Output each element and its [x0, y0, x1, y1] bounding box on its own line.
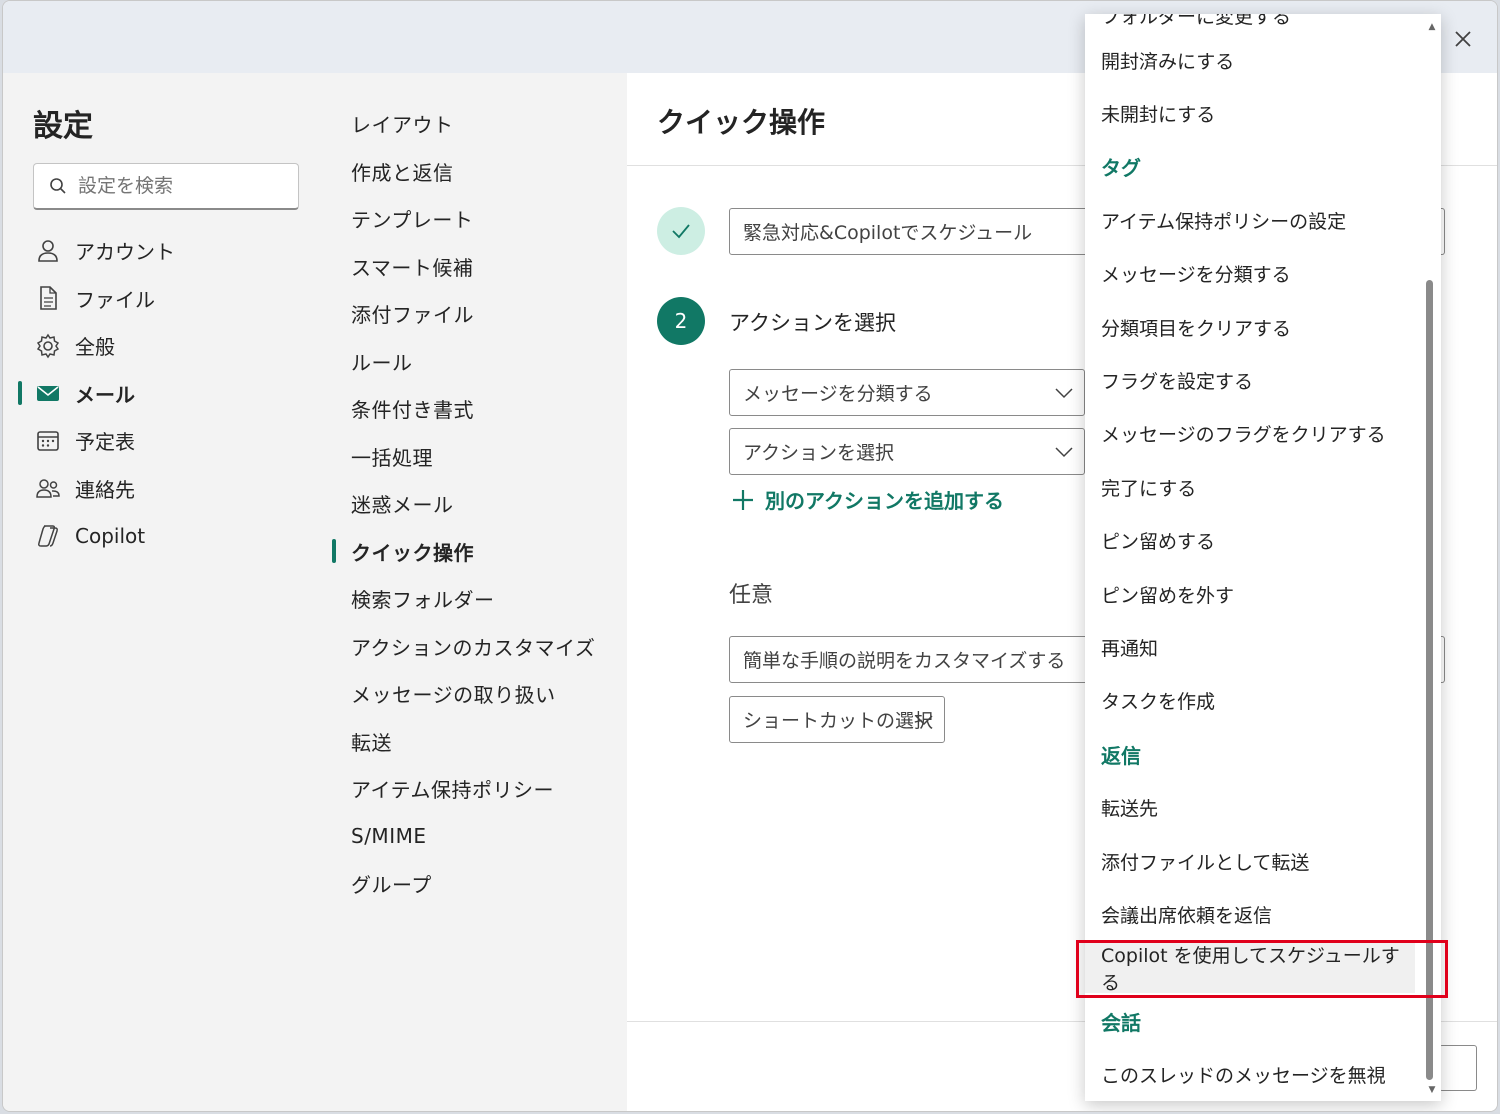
settings-title: 設定	[33, 109, 93, 144]
nav-item-copilot[interactable]: Copilot	[3, 512, 329, 560]
dropdown-item[interactable]: ピン留めを外す	[1085, 569, 1415, 619]
dropdown-group-header: 返信	[1101, 743, 1141, 768]
mail-nav-item[interactable]: グループ	[329, 860, 627, 908]
add-action-label: 別のアクションを追加する	[765, 489, 1004, 513]
mail-nav-item[interactable]: 添付ファイル	[329, 290, 627, 338]
step-label: アクションを選択	[729, 311, 896, 335]
footer-button-edge[interactable]	[1439, 1045, 1477, 1091]
action-select-2[interactable]: アクションを選択	[729, 428, 1085, 475]
action-select-value: アクションを選択	[743, 442, 895, 464]
optional-section-label: 任意	[729, 583, 774, 608]
scroll-up-arrow-icon[interactable]: ▲	[1427, 22, 1437, 32]
search-icon	[50, 178, 66, 194]
gear-icon	[36, 333, 60, 359]
nav-item-label: メール	[75, 382, 135, 407]
description-placeholder: 簡単な手順の説明をカスタマイズする	[743, 650, 1066, 672]
dropdown-item[interactable]: 未開封にする	[1085, 88, 1415, 138]
scroll-down-arrow-icon[interactable]: ▼	[1427, 1085, 1437, 1095]
dropdown-item[interactable]: このスレッドのメッセージを無視	[1085, 1050, 1415, 1100]
shortcut-select[interactable]: ショートカットの選択	[729, 696, 945, 743]
mail-nav-item[interactable]: 一括処理	[329, 433, 627, 481]
dropdown-item[interactable]: フラグを設定する	[1085, 355, 1415, 405]
dropdown-item[interactable]: 分類項目をクリアする	[1085, 302, 1415, 352]
dropdown-item[interactable]: 転送先	[1085, 783, 1415, 833]
nav-item-account[interactable]: アカウント	[3, 227, 329, 275]
plus-icon	[733, 489, 753, 510]
page-title: クイック操作	[657, 106, 826, 139]
mail-settings-nav: レイアウト 作成と返信 テンプレート スマート候補 添付ファイル ルール 条件付…	[329, 73, 627, 1111]
settings-search-box[interactable]	[33, 163, 299, 210]
dropdown-item[interactable]: メッセージを分類する	[1085, 249, 1415, 299]
action-dropdown-menu: フォルダーに変更する 開封済みにする 未開封にするタグアイテム保持ポリシーの設定メ…	[1085, 14, 1441, 1101]
mail-nav-item[interactable]: ルール	[329, 338, 627, 386]
file-icon	[40, 286, 57, 311]
action-select-value: メッセージを分類する	[743, 383, 933, 405]
dropdown-item[interactable]: 再通知	[1085, 622, 1415, 672]
chevron-down-icon	[915, 714, 933, 725]
dropdown-scroll-thumb[interactable]	[1426, 280, 1433, 1080]
close-button[interactable]	[1449, 25, 1477, 53]
quick-step-name-input[interactable]: 緊急対応&Copilotでスケジュール	[729, 208, 1099, 255]
nav-item-label: 予定表	[75, 430, 135, 455]
nav-item-label: アカウント	[75, 240, 175, 265]
settings-nav-list: アカウント ファイル 全般 メール 予定表 連絡先 Copilot	[3, 227, 329, 560]
shortcut-select-value: ショートカットの選択	[743, 710, 934, 732]
dropdown-group-header: タグ	[1101, 156, 1141, 181]
mail-nav-item-quick-steps[interactable]: クイック操作	[329, 528, 627, 576]
people-icon	[36, 479, 60, 498]
step-complete-badge	[657, 207, 705, 255]
dropdown-scrollbar[interactable]	[1425, 22, 1435, 1092]
nav-item-general[interactable]: 全般	[3, 322, 329, 370]
mail-nav-item[interactable]: 転送	[329, 718, 627, 766]
action-select-1[interactable]: メッセージを分類する	[729, 369, 1085, 416]
nav-item-label: Copilot	[75, 523, 146, 548]
nav-item-contacts[interactable]: 連絡先	[3, 465, 329, 513]
calendar-icon	[37, 430, 59, 451]
mail-nav-item[interactable]: 作成と返信	[329, 148, 627, 196]
mail-nav-item[interactable]: 迷惑メール	[329, 480, 627, 528]
nav-item-label: 連絡先	[75, 477, 135, 502]
person-icon	[38, 239, 58, 262]
add-action-button[interactable]: 別のアクションを追加する	[731, 485, 1004, 514]
dropdown-item[interactable]: メッセージのフラグをクリアする	[1085, 409, 1415, 459]
mail-nav-item[interactable]: レイアウト	[329, 100, 627, 148]
nav-item-label: ファイル	[75, 287, 155, 312]
chevron-down-icon	[1055, 387, 1073, 398]
mail-nav-item[interactable]: S/MIME	[329, 813, 627, 861]
nav-item-calendar[interactable]: 予定表	[3, 417, 329, 465]
dropdown-item[interactable]: 添付ファイルとして転送	[1085, 836, 1415, 886]
mail-icon	[37, 386, 59, 402]
mail-nav-item[interactable]: メッセージの取り扱い	[329, 670, 627, 718]
nav-item-mail[interactable]: メール	[3, 370, 329, 418]
chevron-down-icon	[1055, 446, 1073, 457]
dropdown-group-header: 会話	[1101, 1010, 1141, 1035]
close-icon	[1455, 31, 1471, 47]
mail-nav-item[interactable]: 条件付き書式	[329, 385, 627, 433]
dropdown-item[interactable]: Copilot を使用してスケジュールする	[1085, 942, 1415, 994]
quick-step-name-value: 緊急対応&Copilotでスケジュール	[743, 222, 1033, 244]
settings-dialog: 設定 アカウント ファイル 全般 メール 予定	[2, 0, 1498, 1112]
dropdown-item[interactable]: アイテム保持ポリシーの設定	[1085, 195, 1415, 245]
copilot-icon	[38, 525, 58, 547]
nav-item-label: 全般	[75, 335, 115, 360]
nav-item-files[interactable]: ファイル	[3, 275, 329, 323]
dropdown-item[interactable]: 会議出席依頼を返信	[1085, 889, 1415, 939]
dropdown-item-partial[interactable]: フォルダーに変更する	[1101, 14, 1291, 29]
settings-search-input[interactable]	[78, 175, 278, 197]
dropdown-item[interactable]: 完了にする	[1085, 462, 1415, 512]
dropdown-item[interactable]: 開封済みにする	[1085, 35, 1415, 85]
checkmark-icon	[672, 224, 690, 239]
settings-nav: 設定 アカウント ファイル 全般 メール 予定	[3, 73, 329, 1111]
mail-nav-item[interactable]: 検索フォルダー	[329, 575, 627, 623]
mail-nav-item[interactable]: アクションのカスタマイズ	[329, 623, 627, 671]
dropdown-item[interactable]: ピン留めする	[1085, 516, 1415, 566]
mail-nav-item[interactable]: テンプレート	[329, 195, 627, 243]
mail-nav-item[interactable]: アイテム保持ポリシー	[329, 765, 627, 813]
step-number-badge: 2	[657, 297, 705, 345]
mail-settings-nav-list: レイアウト 作成と返信 テンプレート スマート候補 添付ファイル ルール 条件付…	[329, 100, 627, 908]
mail-nav-item[interactable]: スマート候補	[329, 243, 627, 291]
description-input[interactable]: 簡単な手順の説明をカスタマイズする	[729, 636, 1099, 683]
dropdown-item[interactable]: タスクを作成	[1085, 676, 1415, 726]
